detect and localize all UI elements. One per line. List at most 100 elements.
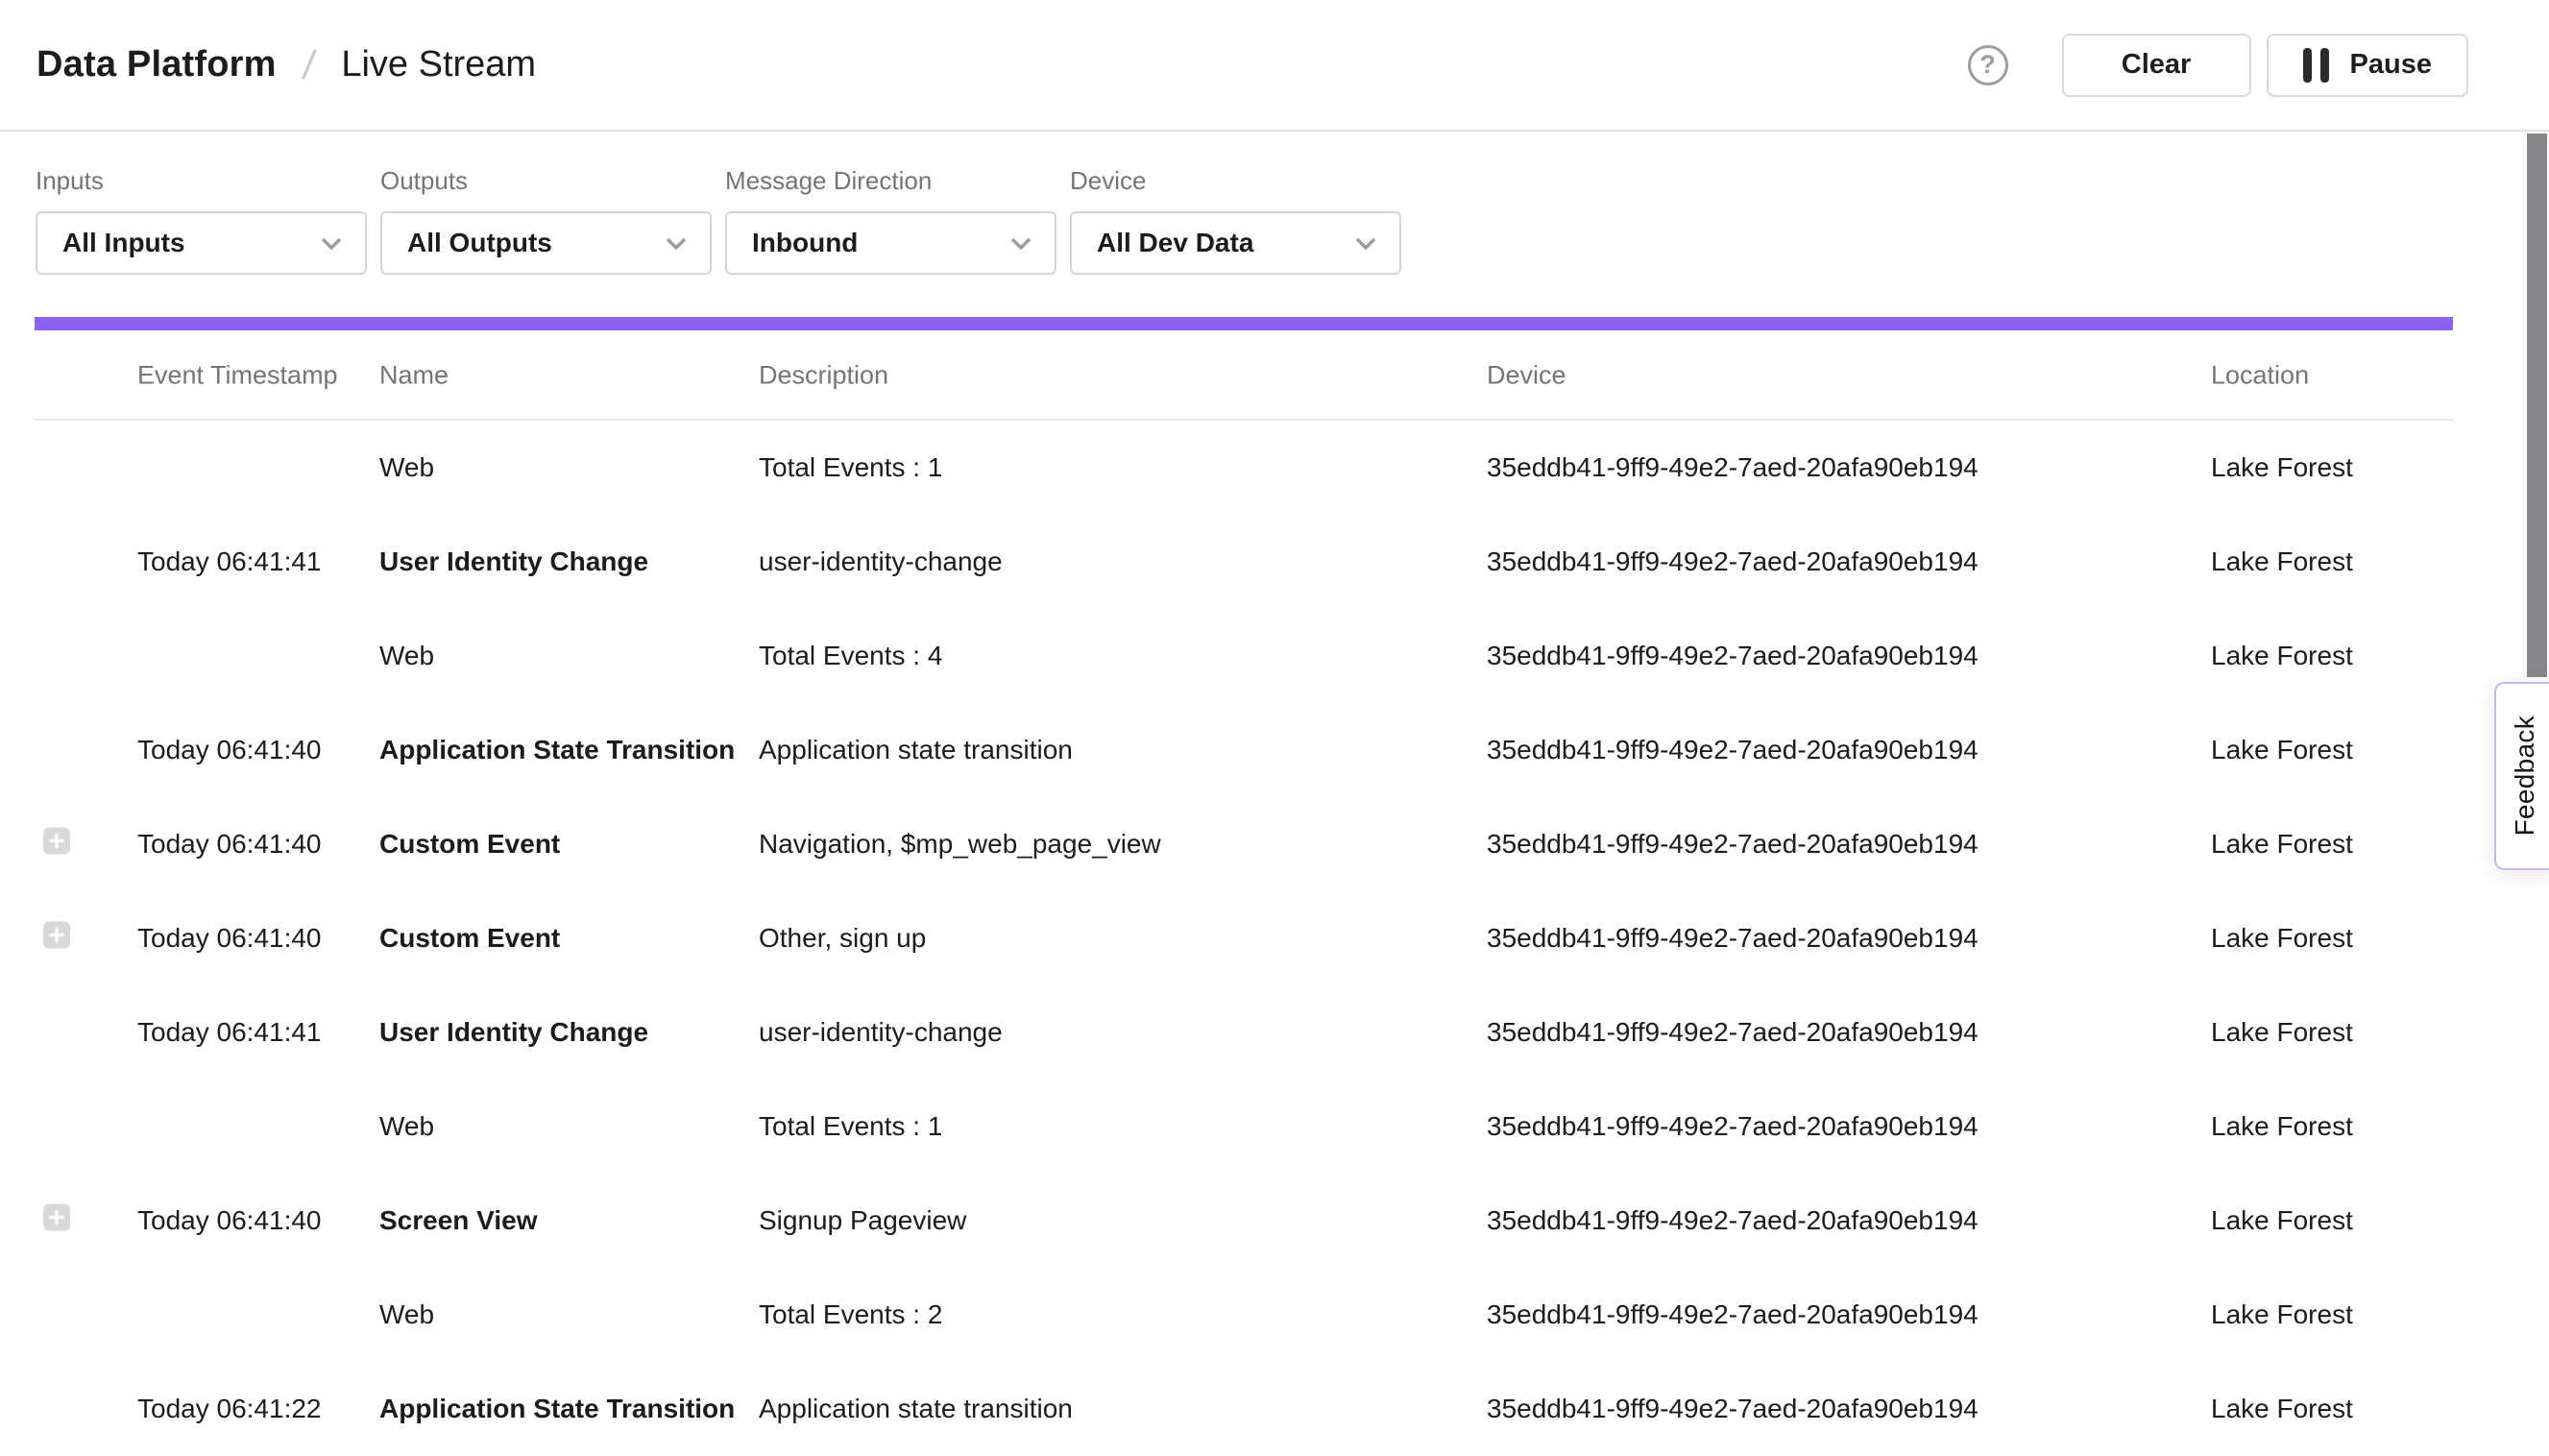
table-row[interactable]: Today 06:41:41 User Identity Change user… — [0, 515, 2549, 609]
event-description-cell: Total Events : 2 — [759, 1299, 942, 1330]
filter-device-label: Device — [1070, 166, 1401, 196]
filter-message-direction: Message Direction Inbound — [725, 166, 1056, 319]
table-body: Web Total Events : 1 35eddb41-9ff9-49e2-… — [0, 421, 2549, 1456]
event-description-cell: user-identity-change — [759, 1017, 1003, 1048]
table-row[interactable]: Today 06:41:40 Custom Event Other, sign … — [0, 891, 2549, 985]
live-stream-page: Data Platform / Live Stream ? Clear Paus… — [0, 0, 2549, 319]
table-row[interactable]: Today 06:41:40 Screen View Signup Pagevi… — [0, 1174, 2549, 1268]
breadcrumb-section[interactable]: Data Platform — [36, 44, 277, 85]
event-location-cell: Lake Forest — [2211, 546, 2353, 577]
plus-icon — [43, 1204, 70, 1231]
event-name-cell: Web — [379, 1299, 434, 1330]
event-name-cell: Custom Event — [379, 829, 560, 860]
column-header-location: Location — [2211, 361, 2309, 391]
event-name-cell: User Identity Change — [379, 1017, 648, 1048]
event-device-cell: 35eddb41-9ff9-49e2-7aed-20afa90eb194 — [1487, 546, 1979, 577]
pause-button[interactable]: Pause — [2267, 34, 2468, 97]
chevron-down-icon — [1351, 229, 1380, 257]
table-row[interactable]: Web Total Events : 4 35eddb41-9ff9-49e2-… — [0, 609, 2549, 703]
table-row[interactable]: Web Total Events : 1 35eddb41-9ff9-49e2-… — [0, 421, 2549, 515]
event-name-cell: Screen View — [379, 1205, 537, 1236]
accent-bar — [35, 317, 2453, 330]
breadcrumb: Data Platform / Live Stream — [36, 42, 536, 88]
event-location-cell: Lake Forest — [2211, 923, 2353, 954]
table-row[interactable]: Today 06:41:40 Custom Event Navigation, … — [0, 797, 2549, 891]
pause-button-label: Pause — [2350, 49, 2432, 81]
expand-row-button[interactable] — [43, 922, 70, 949]
event-name-cell: Web — [379, 1111, 434, 1142]
event-location-cell: Lake Forest — [2211, 735, 2353, 765]
page-header: Data Platform / Live Stream ? Clear Paus… — [0, 0, 2549, 132]
event-location-cell: Lake Forest — [2211, 829, 2353, 860]
vertical-scrollbar[interactable] — [2527, 133, 2547, 677]
event-description-cell: Total Events : 1 — [759, 452, 942, 483]
filter-inputs-label: Inputs — [36, 166, 367, 196]
table-row[interactable]: Web Total Events : 1 35eddb41-9ff9-49e2-… — [0, 1080, 2549, 1174]
inputs-select[interactable]: All Inputs — [36, 211, 367, 275]
event-timestamp-cell: Today 06:41:40 — [137, 829, 322, 860]
message-direction-select[interactable]: Inbound — [725, 211, 1056, 275]
filter-outputs: Outputs All Outputs — [380, 166, 712, 319]
event-device-cell: 35eddb41-9ff9-49e2-7aed-20afa90eb194 — [1487, 452, 1979, 483]
table-row[interactable]: Today 06:41:41 User Identity Change user… — [0, 985, 2549, 1080]
column-header-device: Device — [1487, 361, 1566, 391]
event-device-cell: 35eddb41-9ff9-49e2-7aed-20afa90eb194 — [1487, 1017, 1979, 1048]
event-timestamp-cell: Today 06:41:22 — [137, 1394, 322, 1424]
expand-row-button[interactable] — [43, 828, 70, 855]
table-row[interactable]: Today 06:41:40 Application State Transit… — [0, 703, 2549, 797]
event-name-cell: Application State Transition — [379, 735, 735, 765]
column-header-name: Name — [379, 361, 449, 391]
event-device-cell: 35eddb41-9ff9-49e2-7aed-20afa90eb194 — [1487, 735, 1979, 765]
page-title: Live Stream — [341, 44, 536, 85]
event-timestamp-cell: Today 06:41:40 — [137, 1205, 322, 1236]
expand-row-button[interactable] — [43, 1204, 70, 1231]
event-device-cell: 35eddb41-9ff9-49e2-7aed-20afa90eb194 — [1487, 923, 1979, 954]
event-timestamp-cell: Today 06:41:41 — [137, 546, 322, 577]
event-description-cell: Total Events : 1 — [759, 1111, 942, 1142]
event-name-cell: Application State Transition — [379, 1394, 735, 1424]
event-location-cell: Lake Forest — [2211, 1299, 2353, 1330]
event-timestamp-cell: Today 06:41:40 — [137, 735, 322, 765]
event-location-cell: Lake Forest — [2211, 1205, 2353, 1236]
event-device-cell: 35eddb41-9ff9-49e2-7aed-20afa90eb194 — [1487, 641, 1979, 671]
event-name-cell: Web — [379, 452, 434, 483]
event-device-cell: 35eddb41-9ff9-49e2-7aed-20afa90eb194 — [1487, 1394, 1979, 1424]
column-header-description: Description — [759, 361, 888, 391]
event-device-cell: 35eddb41-9ff9-49e2-7aed-20afa90eb194 — [1487, 829, 1979, 860]
event-description-cell: Application state transition — [759, 1394, 1073, 1424]
device-select-value: All Dev Data — [1097, 228, 1253, 258]
chevron-down-icon — [662, 229, 691, 257]
event-name-cell: Web — [379, 641, 434, 671]
help-icon[interactable]: ? — [1968, 45, 2008, 85]
breadcrumb-separator-icon: / — [300, 42, 317, 88]
column-header-event-timestamp: Event Timestamp — [137, 361, 338, 391]
plus-icon — [43, 922, 70, 949]
event-description-cell: user-identity-change — [759, 546, 1003, 577]
inputs-select-value: All Inputs — [62, 228, 185, 258]
chevron-down-icon — [317, 229, 346, 257]
event-description-cell: Total Events : 4 — [759, 641, 942, 671]
event-device-cell: 35eddb41-9ff9-49e2-7aed-20afa90eb194 — [1487, 1111, 1979, 1142]
event-description-cell: Navigation, $mp_web_page_view — [759, 829, 1161, 860]
event-location-cell: Lake Forest — [2211, 641, 2353, 671]
table-header-row: Event Timestamp Name Description Device … — [0, 330, 2549, 421]
event-timestamp-cell: Today 06:41:41 — [137, 1017, 322, 1048]
filter-inputs: Inputs All Inputs — [36, 166, 367, 319]
chevron-down-icon — [1007, 229, 1035, 257]
header-actions: ? Clear Pause — [1968, 34, 2468, 97]
event-location-cell: Lake Forest — [2211, 1017, 2353, 1048]
event-timestamp-cell: Today 06:41:40 — [137, 923, 322, 954]
outputs-select[interactable]: All Outputs — [380, 211, 712, 275]
filter-device: Device All Dev Data — [1070, 166, 1401, 319]
device-select[interactable]: All Dev Data — [1070, 211, 1401, 275]
event-description-cell: Other, sign up — [759, 923, 926, 954]
event-location-cell: Lake Forest — [2211, 1111, 2353, 1142]
event-device-cell: 35eddb41-9ff9-49e2-7aed-20afa90eb194 — [1487, 1205, 1979, 1236]
event-description-cell: Signup Pageview — [759, 1205, 966, 1236]
table-row[interactable]: Today 06:41:22 Application State Transit… — [0, 1362, 2549, 1456]
feedback-tab-label: Feedback — [2510, 716, 2540, 836]
table-row[interactable]: Web Total Events : 2 35eddb41-9ff9-49e2-… — [0, 1268, 2549, 1362]
feedback-tab[interactable]: Feedback — [2494, 682, 2549, 870]
clear-button[interactable]: Clear — [2062, 34, 2251, 97]
event-location-cell: Lake Forest — [2211, 1394, 2353, 1424]
